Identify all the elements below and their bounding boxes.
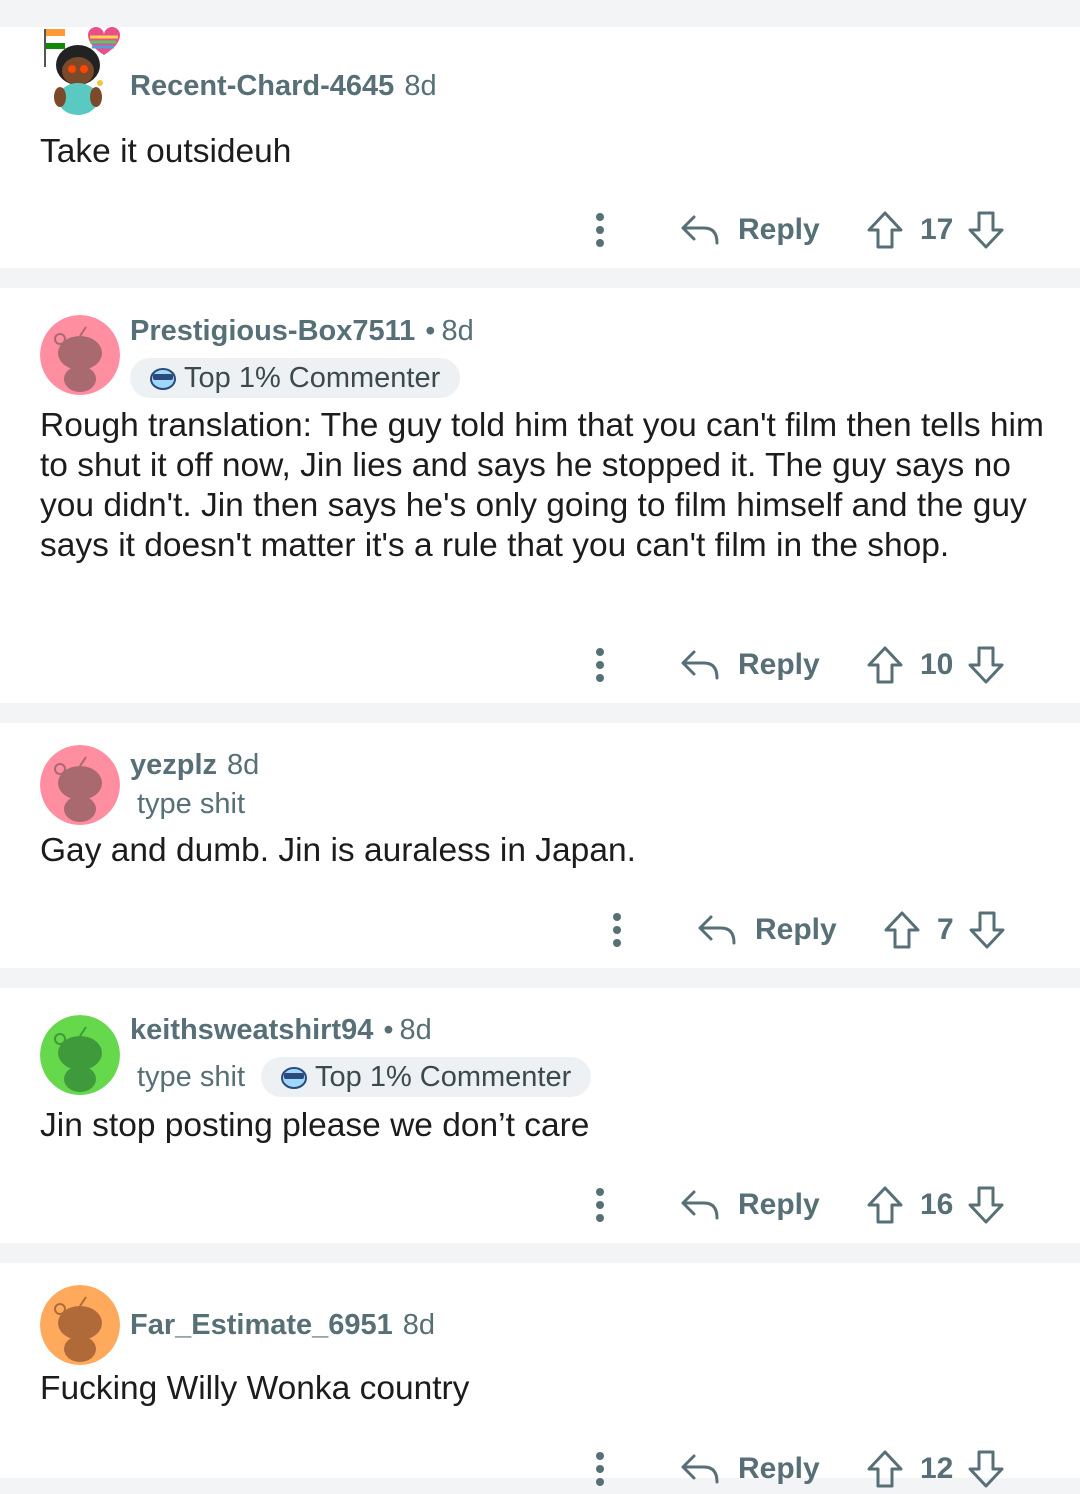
separator-dot: • <box>425 315 436 347</box>
vote-count: 7 <box>937 913 954 946</box>
vote-controls: 7 <box>883 905 1006 955</box>
reply-label: Reply <box>738 1188 820 1221</box>
comment-meta: Recent-Chard-4645 8d <box>130 70 437 103</box>
user-avatar[interactable] <box>40 27 120 115</box>
custom-avatar-icon <box>44 27 120 115</box>
user-avatar[interactable] <box>40 315 120 395</box>
username[interactable]: Prestigious-Box7511 <box>130 315 415 348</box>
upvote-arrow-icon[interactable] <box>883 910 921 950</box>
timestamp: 8d <box>441 315 474 347</box>
comment-body: Jin stop posting please we don’t care <box>40 1107 590 1144</box>
reply-arrow-icon <box>698 915 736 945</box>
reply-label: Reply <box>738 1452 820 1485</box>
timestamp: 8d <box>399 1014 432 1046</box>
upvote-arrow-icon[interactable] <box>866 645 904 685</box>
timestamp: 8d <box>227 749 260 781</box>
more-options-button[interactable] <box>595 640 605 690</box>
reply-label: Reply <box>738 213 820 246</box>
comment-body: Gay and dumb. Jin is auraless in Japan. <box>40 832 636 869</box>
separator-dot: • <box>383 1014 394 1046</box>
downvote-arrow-icon[interactable] <box>967 1185 1005 1225</box>
more-options-button[interactable] <box>595 1180 605 1230</box>
username[interactable]: Far_Estimate_6951 <box>130 1309 393 1342</box>
upvote-arrow-icon[interactable] <box>866 1449 904 1489</box>
username[interactable]: yezplz <box>130 749 217 782</box>
comment-body: Take it outsideuh <box>40 133 292 170</box>
comment-feed: Recent-Chard-4645 8d Take it outsideuh R… <box>0 0 1080 1488</box>
more-options-icon <box>596 648 604 682</box>
downvote-arrow-icon[interactable] <box>967 1449 1005 1489</box>
more-options-icon <box>596 1452 604 1486</box>
badge-label: Top 1% Commenter <box>315 1060 572 1093</box>
comment-body: Fucking Willy Wonka country <box>40 1370 470 1407</box>
reply-label: Reply <box>755 913 837 946</box>
snoo-avatar-icon <box>40 315 120 395</box>
snoo-avatar-icon <box>40 1015 120 1095</box>
reply-button[interactable]: Reply <box>680 1180 820 1230</box>
user-avatar[interactable] <box>40 1285 120 1365</box>
downvote-arrow-icon[interactable] <box>967 210 1005 250</box>
reply-button[interactable]: Reply <box>680 205 820 255</box>
snoo-avatar-icon <box>40 745 120 825</box>
reply-arrow-icon <box>681 650 719 680</box>
user-flair: type shit <box>137 788 245 820</box>
reply-arrow-icon <box>681 1454 719 1484</box>
vote-count: 12 <box>920 1452 954 1485</box>
downvote-arrow-icon[interactable] <box>968 910 1006 950</box>
reply-arrow-icon <box>681 215 719 245</box>
comment-meta: Prestigious-Box7511 • 8d Top 1% Commente… <box>130 315 474 398</box>
comment-actions: Reply 17 <box>0 205 1080 255</box>
downvote-arrow-icon[interactable] <box>967 645 1005 685</box>
comment-meta: yezplz 8d type shit <box>130 749 261 821</box>
comment-body: Rough translation: The guy told him that… <box>40 407 1044 564</box>
comment-card: Far_Estimate_6951 8d Fucking Willy Wonka… <box>0 1263 1080 1488</box>
timestamp: 8d <box>402 1309 436 1341</box>
top-commenter-badge: Top 1% Commenter <box>130 358 461 398</box>
comment-card: Prestigious-Box7511 • 8d Top 1% Commente… <box>0 288 1080 703</box>
more-options-button[interactable] <box>612 905 622 955</box>
vote-count: 17 <box>920 213 954 246</box>
vote-count: 10 <box>920 648 954 681</box>
comment-meta: Far_Estimate_6951 8d <box>130 1309 435 1342</box>
comment-card: Recent-Chard-4645 8d Take it outsideuh R… <box>0 27 1080 268</box>
comment-actions: Reply 7 <box>0 905 1080 955</box>
comment-meta: keithsweatshirt94 • 8d type shit Top 1% … <box>130 1014 592 1097</box>
reply-arrow-icon <box>681 1190 719 1220</box>
more-options-icon <box>613 913 621 947</box>
more-options-button[interactable] <box>595 205 605 255</box>
user-flair: type shit <box>137 1060 245 1093</box>
top-commenter-badge: Top 1% Commenter <box>261 1057 592 1097</box>
comment-actions: Reply 16 <box>0 1180 1080 1230</box>
more-options-icon <box>596 1188 604 1222</box>
comment-actions: Reply 10 <box>0 640 1080 690</box>
vote-count: 16 <box>920 1188 954 1221</box>
more-options-icon <box>596 213 604 247</box>
upvote-arrow-icon[interactable] <box>866 1185 904 1225</box>
reply-label: Reply <box>738 648 820 681</box>
comment-card: keithsweatshirt94 • 8d type shit Top 1% … <box>0 988 1080 1243</box>
vote-controls: 17 <box>866 205 1005 255</box>
username[interactable]: keithsweatshirt94 <box>130 1014 373 1047</box>
reply-button[interactable]: Reply <box>680 640 820 690</box>
vote-controls: 10 <box>866 640 1005 690</box>
badge-label: Top 1% Commenter <box>184 361 441 394</box>
upvote-arrow-icon[interactable] <box>866 210 904 250</box>
reply-button[interactable]: Reply <box>697 905 837 955</box>
user-avatar[interactable] <box>40 1015 120 1095</box>
user-avatar[interactable] <box>40 745 120 825</box>
commenter-badge-icon <box>150 368 176 390</box>
timestamp: 8d <box>404 70 437 102</box>
comment-card: yezplz 8d type shit Gay and dumb. Jin is… <box>0 723 1080 968</box>
vote-controls: 16 <box>866 1180 1005 1230</box>
username[interactable]: Recent-Chard-4645 <box>130 70 394 103</box>
commenter-badge-icon <box>281 1067 307 1089</box>
snoo-avatar-icon <box>40 1285 120 1365</box>
